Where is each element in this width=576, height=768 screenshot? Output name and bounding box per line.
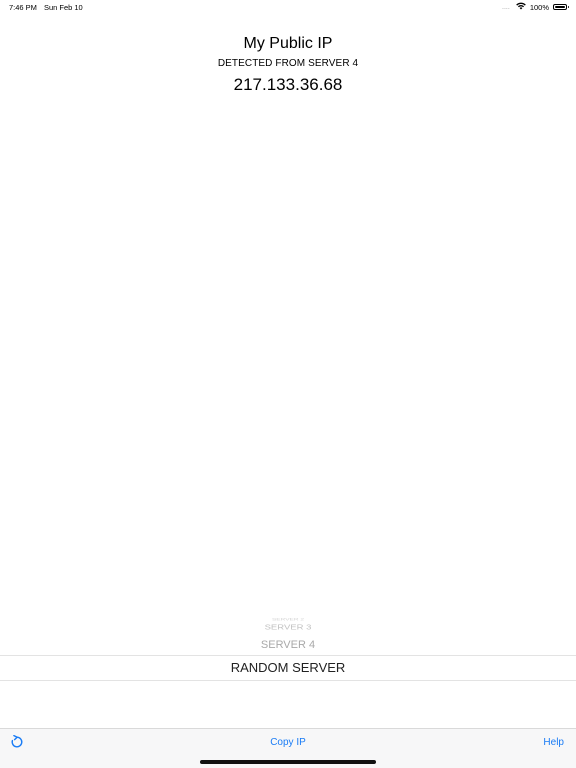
status-left: 7:46 PM Sun Feb 10 — [9, 3, 83, 12]
battery-fill — [555, 6, 565, 8]
copy-ip-button-container: Copy IP — [0, 737, 576, 748]
status-right: .... 100% — [502, 2, 569, 12]
battery-percent: 100% — [529, 2, 549, 12]
ip-address: 217.133.36.68 — [233, 75, 343, 94]
detected-server-label: DETECTED FROM SERVER 4 — [217, 58, 359, 69]
signal-icon: .... — [502, 3, 510, 11]
battery-icon — [553, 4, 569, 10]
server-picker[interactable]: SERVER 2 SERVER 3 SERVER 4 RANDOM SERVER — [0, 612, 576, 720]
picker-item[interactable]: SERVER 4 — [0, 639, 576, 651]
copy-ip-button[interactable]: Copy IP — [270, 737, 306, 748]
status-date: Sun Feb 10 — [43, 3, 83, 12]
home-indicator[interactable] — [200, 760, 376, 764]
wifi-icon — [516, 2, 526, 12]
page-title: My Public IP — [243, 35, 333, 52]
picker-item[interactable]: SERVER 2 — [0, 618, 576, 622]
header: My Public IP DETECTED FROM SERVER 4 217.… — [0, 34, 576, 96]
status-bar: 7:46 PM Sun Feb 10 .... 100% — [0, 0, 576, 14]
toolbar: Copy IP Help — [0, 728, 576, 768]
picker-item-selected[interactable]: RANDOM SERVER — [0, 660, 576, 675]
help-button[interactable]: Help — [543, 737, 564, 748]
screen: 7:46 PM Sun Feb 10 .... 100% My Public I… — [0, 0, 576, 768]
picker-item[interactable]: SERVER 3 — [0, 623, 576, 632]
status-time: 7:46 PM — [9, 3, 37, 12]
